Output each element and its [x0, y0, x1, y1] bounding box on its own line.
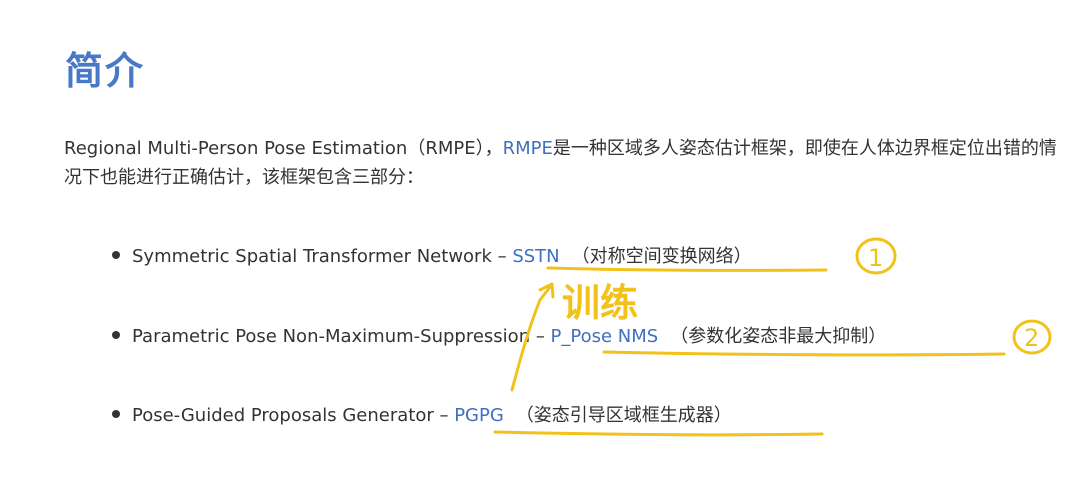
circle-mark-1: [855, 237, 897, 275]
component-name: Parametric Pose Non-Maximum-Suppression …: [132, 326, 551, 347]
component-name: Symmetric Spatial Transformer Network –: [132, 246, 513, 267]
bullet-dot-icon: [112, 331, 120, 339]
arrow-head: [538, 282, 555, 299]
handwritten-note: 训练: [562, 281, 638, 325]
mark-2-label: 2: [1024, 324, 1039, 352]
rmpe-link[interactable]: RMPE: [503, 138, 553, 159]
bullet-dot-icon: [112, 410, 120, 418]
list-item-pgpg: Pose-Guided Proposals Generator – PGPG （姿…: [112, 401, 732, 427]
component-chinese-name: （参数化姿态非最大抑制）: [670, 326, 887, 347]
intro-paragraph: Regional Multi-Person Pose Estimation（RM…: [64, 134, 1064, 192]
component-chinese-name: （对称空间变换网络）: [571, 246, 752, 267]
page-title: 简介: [65, 49, 146, 93]
mark-1-label: 1: [868, 244, 883, 272]
ppose-nms-link[interactable]: P_Pose NMS: [551, 326, 659, 347]
list-item-ppose-nms: Parametric Pose Non-Maximum-Suppression …: [112, 322, 886, 348]
underline-ppose-nms: [602, 350, 1006, 357]
pgpg-link[interactable]: PGPG: [454, 405, 504, 426]
intro-text-start: Regional Multi-Person Pose Estimation（RM…: [64, 138, 503, 159]
underline-pgpg: [493, 430, 824, 437]
sstn-link[interactable]: SSTN: [512, 246, 559, 267]
underline-sstn: [546, 266, 828, 272]
bullet-dot-icon: [112, 251, 120, 259]
component-chinese-name: （姿态引导区域框生成器）: [515, 405, 732, 426]
circle-mark-2: [1012, 319, 1052, 355]
list-item-sstn: Symmetric Spatial Transformer Network – …: [112, 242, 752, 268]
component-name: Pose-Guided Proposals Generator –: [132, 405, 455, 426]
